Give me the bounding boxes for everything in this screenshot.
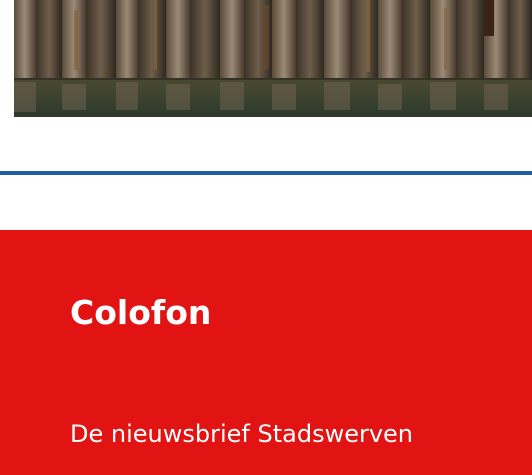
colofon-body: De nieuwsbrief Stadswerven — [70, 414, 413, 455]
colofon-title: Colofon — [70, 293, 212, 332]
colofon-body-line-1: De nieuwsbrief Stadswerven — [70, 420, 414, 448]
section-divider — [0, 171, 532, 175]
colofon-section: Colofon De nieuwsbrief Stadswerven — [0, 230, 532, 475]
header-photo — [14, 0, 532, 117]
newsletter-page: Colofon De nieuwsbrief Stadswerven — [0, 0, 532, 475]
